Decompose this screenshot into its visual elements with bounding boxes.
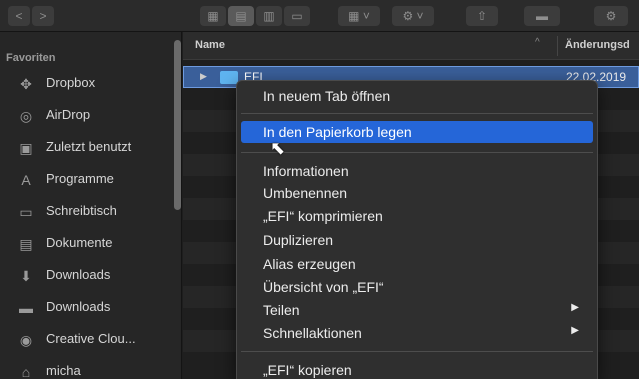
menu-item-duplicate[interactable]: Duplizieren xyxy=(241,229,593,251)
menu-item-get-info[interactable]: Informationen xyxy=(241,160,593,182)
settings-icon: ⚙ xyxy=(605,9,617,23)
creative-cloud-icon: ◉ xyxy=(19,332,33,348)
group-button[interactable]: ▦ ˅ xyxy=(338,6,380,26)
tag-icon: ▬ xyxy=(536,9,548,23)
menu-item-quick-actions[interactable]: Schnellaktionen ▶ xyxy=(241,322,593,344)
sidebar-item-label: Zuletzt benutzt xyxy=(46,139,132,154)
menu-item-label: „EFI“ komprimieren xyxy=(263,208,383,224)
folder-icon: ▬ xyxy=(19,300,33,316)
sidebar-item-airdrop[interactable]: ◎ AirDrop xyxy=(0,102,176,130)
mouse-pointer-icon: ⬉ xyxy=(270,138,286,158)
share-icon: ⇧ xyxy=(476,9,488,23)
menu-item-label: Schnellaktionen xyxy=(263,325,362,341)
sidebar-item-creative-cloud[interactable]: ◉ Creative Clou... xyxy=(0,326,176,354)
column-divider[interactable] xyxy=(557,36,558,56)
sidebar-item-dropbox[interactable]: ✥ Dropbox xyxy=(0,70,176,98)
share-button[interactable]: ⇧ xyxy=(466,6,498,26)
sidebar-item-label: Programme xyxy=(46,171,114,186)
menu-separator xyxy=(241,113,593,114)
back-button[interactable]: < xyxy=(8,6,30,26)
menu-item-label: Informationen xyxy=(263,163,349,179)
view-icons-button[interactable]: ▦ xyxy=(200,6,226,26)
recents-icon: ▣ xyxy=(19,140,33,156)
menu-item-label: Umbenennen xyxy=(263,185,348,201)
menu-separator xyxy=(241,152,593,153)
toolbar: < > ▦ ▤ ▥ ▭ ▦ ˅ ⚙ ˅ ⇧ ▬ ⚙ xyxy=(0,0,639,32)
menu-item-quick-look[interactable]: Übersicht von „EFI“ xyxy=(241,276,593,298)
list-view-icon: ▤ xyxy=(235,9,247,23)
documents-icon: ▤ xyxy=(19,236,33,252)
column-view-icon: ▥ xyxy=(263,9,275,23)
menu-item-label: Übersicht von „EFI“ xyxy=(263,279,384,295)
sidebar-heading: Favoriten xyxy=(6,52,56,64)
sidebar-item-home[interactable]: ⌂ micha xyxy=(0,358,176,379)
sidebar-item-label: Dokumente xyxy=(46,235,113,250)
sidebar-item-label: Downloads xyxy=(46,299,111,314)
sidebar-item-label: Downloads xyxy=(46,267,111,282)
submenu-arrow-icon: ▶ xyxy=(571,325,579,336)
column-header-name[interactable]: Name xyxy=(195,39,225,51)
sidebar-item-label: micha xyxy=(46,363,81,378)
sort-ascending-icon[interactable]: ^ xyxy=(535,37,540,48)
disclosure-triangle-icon[interactable]: ▶ xyxy=(200,71,207,82)
menu-item-share[interactable]: Teilen ▶ xyxy=(241,299,593,321)
context-menu: In neuem Tab öffnen In den Papierkorb le… xyxy=(236,80,598,379)
gear-icon: ⚙ ˅ xyxy=(402,9,424,23)
sidebar-item-recents[interactable]: ▣ Zuletzt benutzt xyxy=(0,134,176,162)
menu-item-rename[interactable]: Umbenennen xyxy=(241,182,593,204)
view-gallery-button[interactable]: ▭ xyxy=(284,6,310,26)
menu-item-label: „EFI“ kopieren xyxy=(263,362,352,378)
airdrop-icon: ◎ xyxy=(19,108,33,124)
action-button[interactable]: ⚙ ˅ xyxy=(392,6,434,26)
sidebar-item-label: Schreibtisch xyxy=(46,203,117,218)
menu-item-label: In den Papierkorb legen xyxy=(263,124,412,140)
sidebar-item-desktop[interactable]: ▭ Schreibtisch xyxy=(0,198,176,226)
menu-item-label: Duplizieren xyxy=(263,232,334,248)
home-icon: ⌂ xyxy=(21,364,31,379)
list-header: Name ^ Änderungsd xyxy=(183,32,639,60)
gallery-view-icon: ▭ xyxy=(291,9,303,23)
menu-item-label: Teilen xyxy=(263,302,300,318)
folder-icon xyxy=(220,71,238,84)
download-icon: ⬇ xyxy=(20,268,32,284)
menu-item-compress[interactable]: „EFI“ komprimieren xyxy=(241,205,593,227)
menu-item-make-alias[interactable]: Alias erzeugen xyxy=(241,253,593,275)
sidebar-item-label: AirDrop xyxy=(46,107,91,122)
sidebar: Favoriten ✥ Dropbox ◎ AirDrop ▣ Zuletzt … xyxy=(0,32,182,379)
sidebar-item-label: Creative Clou... xyxy=(46,331,136,346)
menu-item-copy[interactable]: „EFI“ kopieren xyxy=(241,359,593,379)
sidebar-item-downloads-folder[interactable]: ▬ Downloads xyxy=(0,294,176,322)
menu-item-label: In neuem Tab öffnen xyxy=(263,88,391,104)
submenu-arrow-icon: ▶ xyxy=(571,302,579,313)
menu-item-open-in-new-tab[interactable]: In neuem Tab öffnen xyxy=(241,85,593,107)
forward-icon: > xyxy=(39,9,47,23)
tag-button[interactable]: ▬ xyxy=(524,6,560,26)
sidebar-item-documents[interactable]: ▤ Dokumente xyxy=(0,230,176,258)
icon-view-icon: ▦ xyxy=(207,9,219,23)
menu-separator xyxy=(241,351,593,352)
back-icon: < xyxy=(15,9,23,23)
menu-item-label: Alias erzeugen xyxy=(263,256,356,272)
dropbox-icon: ✥ xyxy=(20,76,32,92)
applications-icon: A xyxy=(21,172,31,188)
view-columns-button[interactable]: ▥ xyxy=(256,6,282,26)
group-icon: ▦ ˅ xyxy=(348,9,370,23)
view-list-button[interactable]: ▤ xyxy=(228,6,254,26)
settings-button[interactable]: ⚙ xyxy=(594,6,628,26)
column-header-date-modified[interactable]: Änderungsd xyxy=(565,39,630,51)
sidebar-item-downloads[interactable]: ⬇ Downloads xyxy=(0,262,176,290)
desktop-icon: ▭ xyxy=(19,204,33,220)
menu-item-move-to-trash[interactable]: In den Papierkorb legen xyxy=(241,121,593,143)
sidebar-item-label: Dropbox xyxy=(46,75,96,90)
forward-button[interactable]: > xyxy=(32,6,54,26)
sidebar-item-applications[interactable]: A Programme xyxy=(0,166,176,194)
